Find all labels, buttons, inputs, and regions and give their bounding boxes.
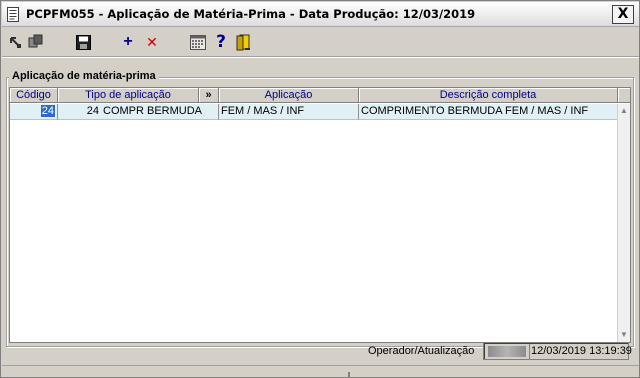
title-bar: PCPFM055 - Aplicação de Matéria-Prima - … <box>2 2 639 27</box>
help-icon[interactable]: ? <box>212 32 230 52</box>
operator-name-redacted <box>488 346 526 357</box>
operator-label: Operador/Atualização <box>368 345 475 357</box>
save-icon[interactable] <box>74 33 92 51</box>
column-header-tipo-aplicacao[interactable]: Tipo de aplicação <box>58 88 199 103</box>
cell-codigo[interactable]: 24 <box>10 104 58 120</box>
delete-icon[interactable]: ✕ <box>143 33 161 51</box>
header-corner <box>618 88 630 103</box>
update-timestamp: 12/03/2019 13:19:39 <box>531 345 632 357</box>
cell-descricao[interactable]: COMPRIMENTO BERMUDA FEM / MAS / INF <box>359 104 618 120</box>
cell-tipo-codigo[interactable]: 24 <box>58 104 101 120</box>
document-icon <box>7 7 19 22</box>
copy-icon[interactable] <box>27 33 45 51</box>
export-icon[interactable] <box>6 33 24 51</box>
scroll-up-icon[interactable]: ▲ <box>618 104 630 118</box>
calendar-icon[interactable] <box>189 33 207 51</box>
toolbar-divider <box>2 56 639 58</box>
column-header-codigo[interactable]: Código <box>10 88 58 103</box>
cell-tipo-aplicacao[interactable]: COMPR BERMUDA <box>101 104 219 120</box>
close-button[interactable]: X <box>612 5 634 24</box>
data-grid[interactable]: Código Tipo de aplicação » Aplicação Des… <box>9 87 631 343</box>
field-divider <box>529 344 530 359</box>
table-row[interactable]: 24 24 COMPR BERMUDA FEM / MAS / INF COMP… <box>10 104 618 120</box>
column-expand-button[interactable]: » <box>199 88 219 103</box>
status-divider <box>348 372 350 378</box>
group-label: Aplicação de matéria-prima <box>9 70 159 82</box>
cell-codigo-value: 24 <box>40 105 55 117</box>
scroll-down-icon[interactable]: ▼ <box>618 328 630 342</box>
main-window: PCPFM055 - Aplicação de Matéria-Prima - … <box>0 0 640 378</box>
vertical-scrollbar[interactable]: ▲ ▼ <box>617 104 630 342</box>
operator-update-field: 12/03/2019 13:19:39 <box>483 342 632 360</box>
add-icon[interactable]: + <box>119 33 137 51</box>
exit-door-icon[interactable] <box>235 33 253 51</box>
status-bar <box>2 365 639 378</box>
cell-aplicacao[interactable]: FEM / MAS / INF <box>219 104 359 120</box>
toolbar: + ✕ ? <box>2 28 639 56</box>
column-header-aplicacao[interactable]: Aplicação <box>219 88 359 103</box>
column-header-descricao[interactable]: Descrição completa <box>359 88 618 103</box>
window-title: PCPFM055 - Aplicação de Matéria-Prima - … <box>26 7 476 21</box>
